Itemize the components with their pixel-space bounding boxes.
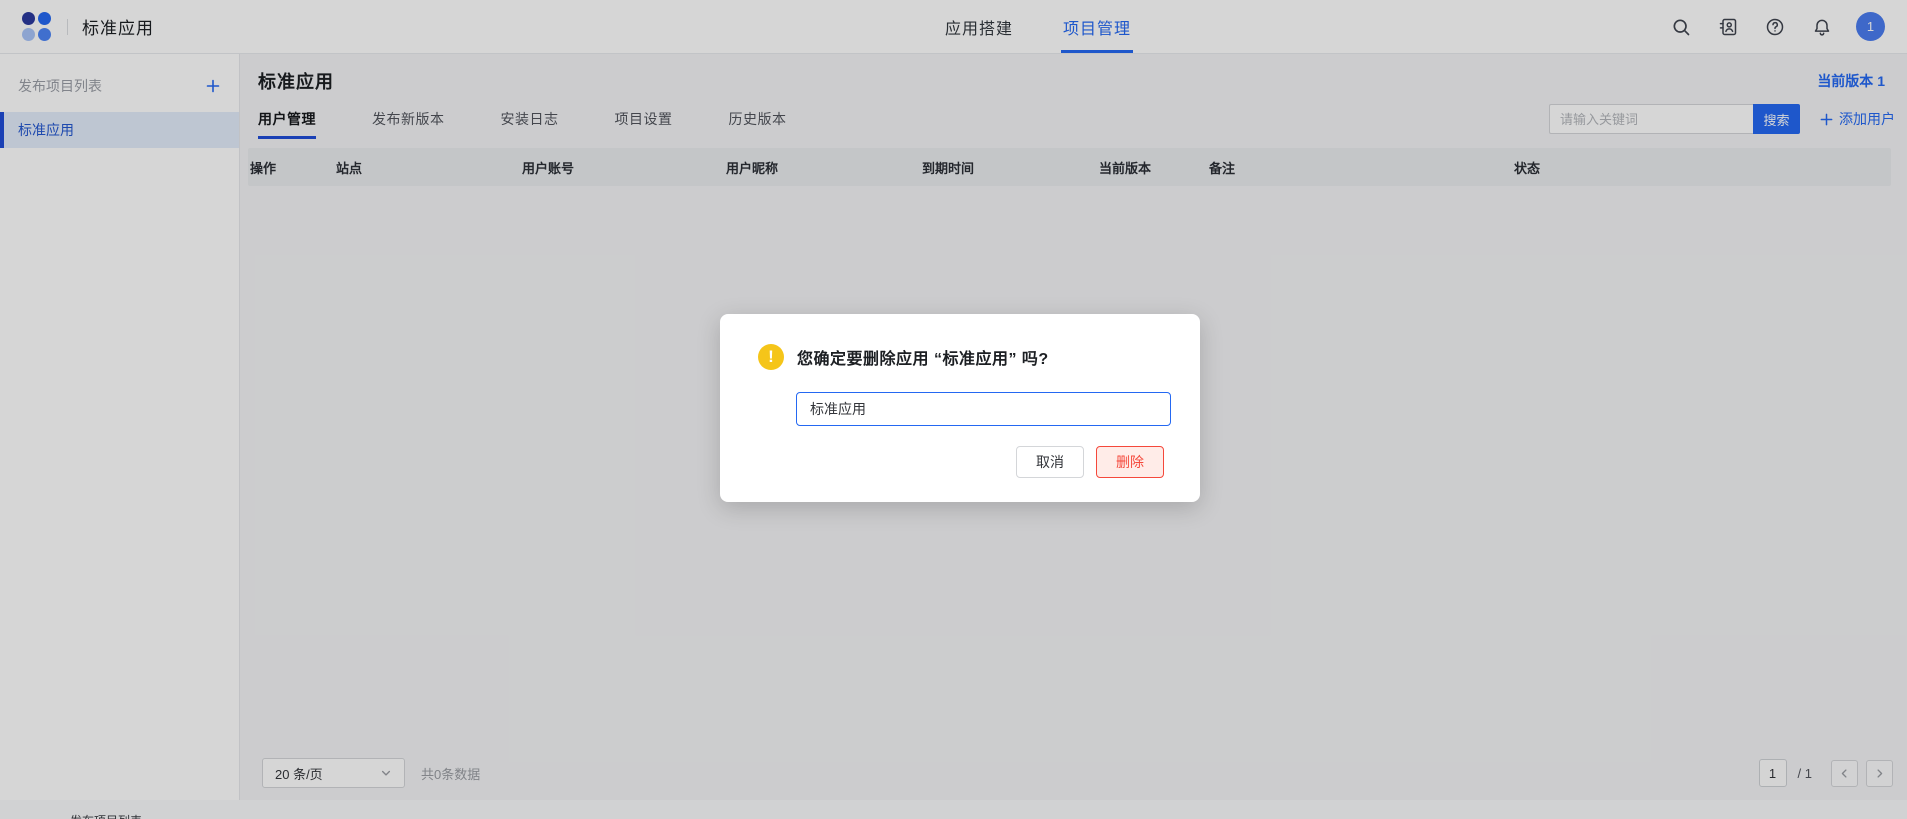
warning-icon: !: [758, 344, 784, 370]
cancel-button[interactable]: 取消: [1016, 446, 1084, 478]
delete-confirm-dialog: ! 您确定要删除应用 “标准应用” 吗? 取消 删除: [720, 314, 1200, 502]
delete-button[interactable]: 删除: [1096, 446, 1164, 478]
confirm-app-name-input[interactable]: [796, 392, 1171, 426]
dialog-footer: 取消 删除: [720, 426, 1200, 478]
app-root: 标准应用 应用搭建 项目管理: [0, 0, 1907, 819]
dialog-header: ! 您确定要删除应用 “标准应用” 吗?: [720, 314, 1200, 370]
dialog-title: 您确定要删除应用 “标准应用” 吗?: [797, 345, 1049, 369]
